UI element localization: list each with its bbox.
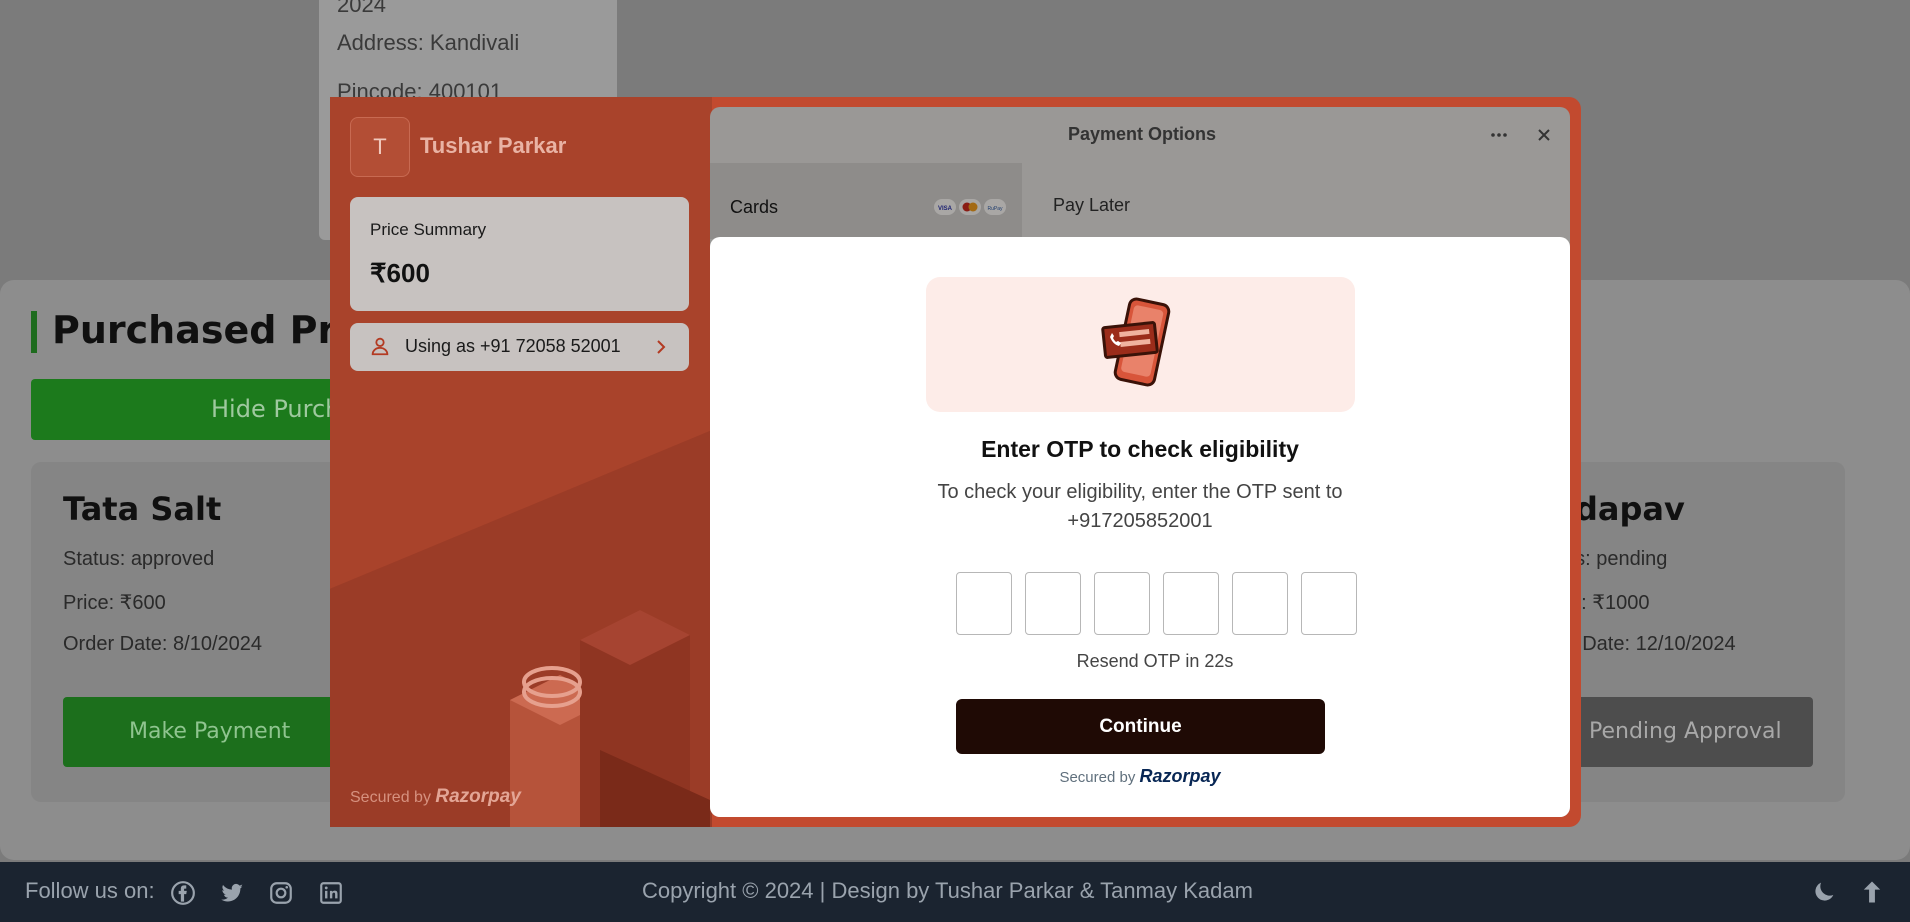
otp-digit-input[interactable] (1232, 572, 1288, 635)
otp-digit-input[interactable] (956, 572, 1012, 635)
close-icon[interactable] (1533, 124, 1555, 146)
otp-digit-input[interactable] (1025, 572, 1081, 635)
otp-subtitle: To check your eligibility, enter the OTP… (937, 481, 1343, 532)
product-price: e: ₹1000 (1570, 592, 1650, 614)
pay-later-option[interactable]: Pay Later (1053, 195, 1130, 216)
cards-option[interactable]: Cards (730, 197, 778, 218)
using-as-text: Using as +91 72058 52001 (405, 336, 621, 356)
otp-title: Enter OTP to check eligibility (981, 436, 1299, 462)
facebook-icon[interactable] (170, 880, 196, 906)
secured-by-left: Secured by Razorpay (350, 786, 521, 807)
price-amount: ₹600 (370, 258, 430, 288)
buildings-illustration (490, 600, 710, 827)
instagram-icon[interactable] (268, 880, 294, 906)
section-title-accent (31, 311, 37, 353)
follow-us-label: Follow us on: (25, 878, 155, 903)
merchant-logo: T (350, 117, 410, 177)
card-network-icons: VISA RuPay (934, 198, 1006, 216)
merchant-name: Tushar Parkar (420, 133, 567, 158)
otp-digit-input[interactable] (1094, 572, 1150, 635)
product-price: Price: ₹600 (63, 592, 166, 614)
chevron-right-icon (654, 337, 668, 357)
copyright-text: Copyright © 2024 | Design by Tushar Park… (642, 878, 1253, 903)
svg-text:VISA: VISA (938, 206, 953, 212)
product-order-date: Order Date: 8/10/2024 (63, 633, 263, 655)
price-summary-label: Price Summary (370, 220, 487, 239)
svg-text:RuPay: RuPay (987, 206, 1003, 212)
more-options-icon[interactable] (1488, 124, 1510, 146)
price-summary-card (350, 197, 689, 311)
payment-options-title: Payment Options (1068, 124, 1217, 144)
moon-icon[interactable] (1810, 878, 1838, 906)
otp-digit-input[interactable] (1301, 572, 1357, 635)
linkedin-icon[interactable] (318, 880, 344, 906)
address-cut-line: 2024 (337, 0, 386, 17)
razorpay-logo: Razorpay (435, 786, 521, 807)
secured-by-right: Secured by Razorpay (1059, 766, 1221, 786)
otp-digit-input[interactable] (1163, 572, 1219, 635)
product-title: dapav (1575, 490, 1685, 528)
address-text: Address: Kandivali (337, 30, 520, 55)
twitter-icon[interactable] (219, 880, 245, 906)
razorpay-logo: Razorpay (1139, 766, 1221, 786)
product-status: Status: approved (63, 548, 215, 570)
continue-button[interactable]: Continue (956, 699, 1325, 754)
resend-otp-text: Resend OTP in 22s (1076, 651, 1234, 671)
pending-approval-button[interactable]: Pending Approval (1545, 697, 1813, 767)
product-title: Tata Salt (63, 490, 222, 528)
arrow-up-icon[interactable] (1858, 878, 1886, 906)
make-payment-button[interactable]: Make Payment (63, 697, 343, 767)
user-icon (369, 335, 391, 357)
phone-icon (1100, 297, 1180, 392)
